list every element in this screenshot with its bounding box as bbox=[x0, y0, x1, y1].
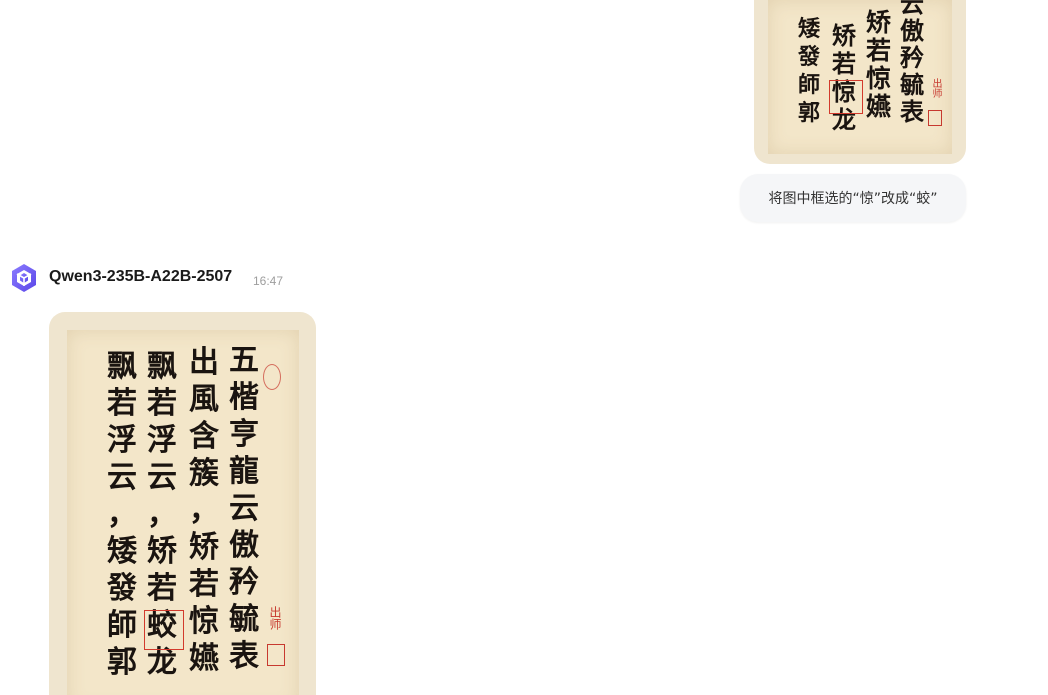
calligraphy-char: 郭 bbox=[107, 645, 137, 680]
calligraphy-char: 若 bbox=[832, 49, 856, 78]
calligraphy-char: 發 bbox=[107, 571, 137, 606]
assistant-generated-image[interactable]: 五 楷 亨 龍 云 傲 矜 毓 表 出 風 含 簇 ， 矫 若 惊 嬿 飘 若 … bbox=[49, 312, 316, 695]
message-timestamp: 16:47 bbox=[253, 274, 284, 288]
calligraphy-char: 若 bbox=[189, 567, 219, 602]
calligraphy-char: 若 bbox=[147, 386, 177, 421]
calligraphy-column: 出 風 含 簇 ， 矫 若 惊 嬿 bbox=[189, 348, 219, 674]
calligraphy-char: 浮 bbox=[147, 423, 177, 458]
calligraphy-char: 亨 bbox=[229, 417, 259, 452]
calligraphy-char: 矫 bbox=[147, 534, 177, 569]
calligraphy-char: 矫 bbox=[832, 21, 856, 50]
calligraphy-column: 云 傲 矜 毓 表 bbox=[900, 0, 924, 124]
seal-text: 出师 bbox=[268, 606, 282, 630]
calligraphy-column: 矫 若 惊 嬿 bbox=[866, 10, 891, 119]
calligraphy-char: 龍 bbox=[229, 454, 259, 489]
calligraphy-char: 云 bbox=[107, 460, 137, 495]
calligraphy-char: 毓 bbox=[229, 602, 259, 637]
calligraphy-char: 若 bbox=[866, 36, 892, 65]
calligraphy-char: 飘 bbox=[107, 349, 137, 384]
calligraphy-char: 若 bbox=[147, 571, 177, 606]
user-attached-image[interactable]: 云 傲 矜 毓 表 矫 若 惊 嬿 矫 若 惊 龙 矮 發 師 郭 出师 bbox=[754, 0, 966, 164]
calligraphy-char: 傲 bbox=[229, 528, 259, 563]
calligraphy-char: 惊 bbox=[189, 604, 219, 639]
selection-box bbox=[144, 610, 184, 650]
calligraphy-char: 嬿 bbox=[866, 92, 892, 121]
calligraphy-char: 風 bbox=[189, 382, 219, 417]
user-message-text: 将图中框选的“惊”改成“蛟” bbox=[768, 191, 938, 207]
seal-text: 出师 bbox=[930, 78, 941, 98]
calligraphy-char: 表 bbox=[900, 97, 924, 126]
calligraphy-char: 龙 bbox=[147, 645, 177, 680]
calligraphy-char: 傲 bbox=[900, 16, 924, 45]
calligraphy-char: 矜 bbox=[229, 565, 259, 600]
calligraphy-char: 嬿 bbox=[189, 641, 219, 676]
seal-stamp bbox=[267, 644, 285, 666]
calligraphy-paper bbox=[768, 0, 952, 154]
calligraphy-char: 浮 bbox=[107, 423, 137, 458]
selection-box bbox=[829, 80, 863, 114]
seal-stamp bbox=[263, 364, 281, 390]
calligraphy-char: 惊 bbox=[866, 64, 892, 93]
user-message-bubble: 将图中框选的“惊”改成“蛟” bbox=[740, 174, 966, 222]
calligraphy-char: 矮 bbox=[798, 16, 821, 42]
calligraphy-char: 矫 bbox=[189, 530, 219, 565]
calligraphy-char: 師 bbox=[798, 72, 821, 98]
calligraphy-char: 出 bbox=[189, 345, 219, 380]
calligraphy-char: 師 bbox=[107, 608, 137, 643]
calligraphy-char: 云 bbox=[147, 460, 177, 495]
calligraphy-char: 五 bbox=[229, 343, 259, 378]
calligraphy-column: 矫 若 惊 龙 bbox=[832, 24, 856, 132]
calligraphy-char: 含 bbox=[189, 419, 219, 454]
calligraphy-char: 表 bbox=[229, 639, 259, 674]
calligraphy-char: 若 bbox=[107, 386, 137, 421]
calligraphy-char: 楷 bbox=[229, 380, 259, 415]
calligraphy-char: 矮 bbox=[107, 534, 137, 569]
calligraphy-char: 郭 bbox=[798, 100, 821, 126]
calligraphy-char: 發 bbox=[798, 44, 821, 70]
calligraphy-char: 簇 bbox=[189, 456, 219, 491]
calligraphy-char: 云 bbox=[900, 0, 924, 18]
seal-stamp bbox=[928, 110, 942, 126]
calligraphy-column: 飘 若 浮 云 ， 矮 發 師 郭 bbox=[107, 352, 137, 678]
calligraphy-char: 毓 bbox=[900, 70, 924, 99]
calligraphy-char: 云 bbox=[229, 491, 259, 526]
calligraphy-char: ， bbox=[147, 497, 177, 532]
calligraphy-char: 飘 bbox=[147, 349, 177, 384]
calligraphy-char: 矫 bbox=[866, 8, 892, 37]
calligraphy-column: 五 楷 亨 龍 云 傲 矜 毓 表 bbox=[229, 346, 259, 672]
calligraphy-column: 矮 發 師 郭 bbox=[798, 18, 820, 124]
calligraphy-char: ， bbox=[189, 493, 219, 528]
qwen-logo-icon bbox=[8, 262, 40, 294]
calligraphy-char: ， bbox=[107, 497, 137, 532]
calligraphy-char: 矜 bbox=[900, 43, 924, 72]
model-name: Qwen3-235B-A22B-2507 bbox=[49, 268, 233, 285]
